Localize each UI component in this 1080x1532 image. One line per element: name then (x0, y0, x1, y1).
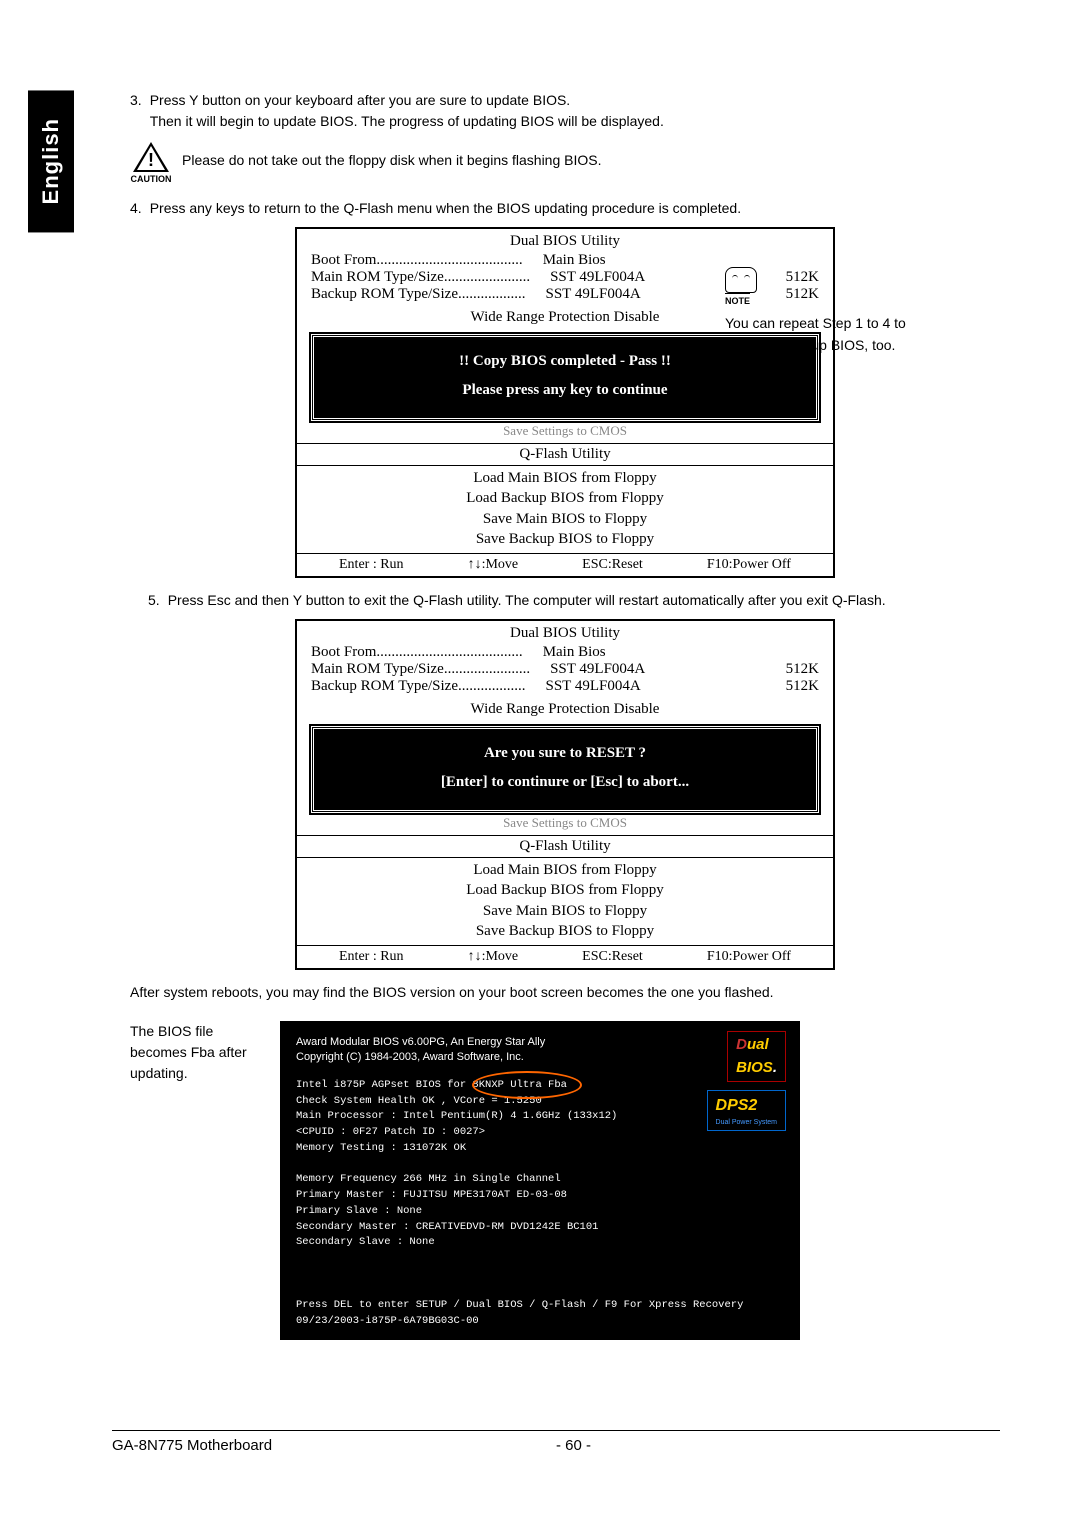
boot-from-label: Boot From...............................… (311, 252, 523, 269)
caution-label: CAUTION (131, 174, 172, 184)
boot-l11: Press DEL to enter SETUP / Dual BIOS / Q… (296, 1298, 784, 1314)
bios-title: Dual BIOS Utility (297, 621, 833, 644)
menu-save-backup: Save Backup BIOS to Floppy (297, 921, 833, 941)
note-icon: NOTE (725, 267, 920, 309)
boot-screen: Dual BIOS. DPS2 Dual Power System Award … (280, 1021, 800, 1340)
step3-line1: Press Y button on your keyboard after yo… (150, 90, 664, 111)
caution-text: Please do not take out the floppy disk w… (182, 142, 601, 168)
step4-text: Press any keys to return to the Q-Flash … (150, 198, 741, 219)
grey-hidden-line: Save Settings to CMOS (297, 423, 833, 443)
boot-from-label: Boot From...............................… (311, 644, 523, 661)
after-reboot-text: After system reboots, you may find the B… (130, 982, 1000, 1003)
foot-f10: F10:Power Off (707, 949, 791, 965)
bios-title: Dual BIOS Utility (297, 229, 833, 252)
foot-move: ↑↓:Move (468, 557, 519, 573)
page-number: - 60 - (556, 1437, 1000, 1454)
note-text: You can repeat Step 1 to 4 to flash the … (725, 313, 920, 356)
backup-rom-label: Backup ROM Type/Size.................. (311, 678, 526, 695)
backup-rom-type: SST 49LF004A (526, 286, 750, 303)
note-label: NOTE (725, 293, 750, 309)
boot-l12: 09/23/2003-i875P-6A79BG03C-00 (296, 1314, 784, 1330)
caution-icon: ! CAUTION (130, 142, 172, 184)
foot-esc: ESC:Reset (582, 949, 643, 965)
backup-rom-size: 512K (749, 678, 819, 695)
step-number: 4. (130, 198, 142, 219)
language-tab: English (28, 90, 74, 232)
bios-dialog-reset: Dual BIOS Utility Boot From.............… (295, 619, 835, 970)
menu-load-backup: Load Backup BIOS from Floppy (297, 488, 833, 508)
main-rom-size: 512K (749, 661, 819, 678)
foot-esc: ESC:Reset (582, 557, 643, 573)
boot-l8: Primary Slave : None (296, 1204, 784, 1220)
callout-circle (472, 1071, 582, 1099)
foot-enter: Enter : Run (339, 557, 404, 573)
menu-save-backup: Save Backup BIOS to Floppy (297, 529, 833, 549)
dual-bios-logo: Dual BIOS. (727, 1031, 786, 1082)
foot-enter: Enter : Run (339, 949, 404, 965)
reset-popup: Are you sure to RESET ? [Enter] to conti… (311, 726, 819, 813)
step-3: 3. Press Y button on your keyboard after… (130, 90, 1000, 132)
step5-text: Press Esc and then Y button to exit the … (168, 590, 886, 611)
menu-load-main: Load Main BIOS from Floppy (297, 468, 833, 488)
page-footer: GA-8N775 Motherboard - 60 - (112, 1430, 1000, 1454)
foot-f10: F10:Power Off (707, 557, 791, 573)
foot-move: ↑↓:Move (468, 949, 519, 965)
step-5: 5. Press Esc and then Y button to exit t… (130, 590, 1000, 611)
boot-l9: Secondary Master : CREATIVEDVD-RM DVD124… (296, 1220, 784, 1236)
boot-l7: Primary Master : FUJITSU MPE3170AT ED-03… (296, 1188, 784, 1204)
boot-from-value: Main Bios (523, 644, 749, 661)
step-number: 3. (130, 90, 142, 132)
step-4: 4. Press any keys to return to the Q-Fla… (130, 198, 1000, 219)
popup-line2: [Enter] to continure or [Esc] to abort..… (326, 768, 804, 797)
boot-l6: Memory Frequency 266 MHz in Single Chann… (296, 1172, 784, 1188)
menu-save-main: Save Main BIOS to Floppy (297, 901, 833, 921)
backup-rom-type: SST 49LF004A (526, 678, 750, 695)
main-rom-label: Main ROM Type/Size......................… (311, 269, 530, 286)
grey-hidden-line: Save Settings to CMOS (297, 815, 833, 835)
main-rom-type: SST 49LF004A (530, 269, 749, 286)
qflash-title: Q-Flash Utility (297, 444, 833, 465)
dps2-logo: DPS2 Dual Power System (707, 1090, 786, 1131)
boot-l5: Memory Testing : 131072K OK (296, 1141, 784, 1157)
main-rom-label: Main ROM Type/Size......................… (311, 661, 530, 678)
menu-load-backup: Load Backup BIOS from Floppy (297, 880, 833, 900)
main-rom-type: SST 49LF004A (530, 661, 749, 678)
backup-rom-label: Backup ROM Type/Size.................. (311, 286, 526, 303)
boot-from-value: Main Bios (523, 252, 749, 269)
popup-line1: Are you sure to RESET ? (326, 739, 804, 768)
qflash-title: Q-Flash Utility (297, 836, 833, 857)
popup-line2: Please press any key to continue (326, 376, 804, 405)
step3-line2: Then it will begin to update BIOS. The p… (150, 111, 664, 132)
menu-load-main: Load Main BIOS from Floppy (297, 860, 833, 880)
wide-range-protection: Wide Range Protection Disable (297, 695, 833, 726)
motherboard-name: GA-8N775 Motherboard (112, 1437, 556, 1454)
menu-save-main: Save Main BIOS to Floppy (297, 509, 833, 529)
bios-fba-label: The BIOS file becomes Fba after updating… (130, 1021, 260, 1084)
step-number: 5. (148, 590, 160, 611)
boot-l10: Secondary Slave : None (296, 1235, 784, 1251)
